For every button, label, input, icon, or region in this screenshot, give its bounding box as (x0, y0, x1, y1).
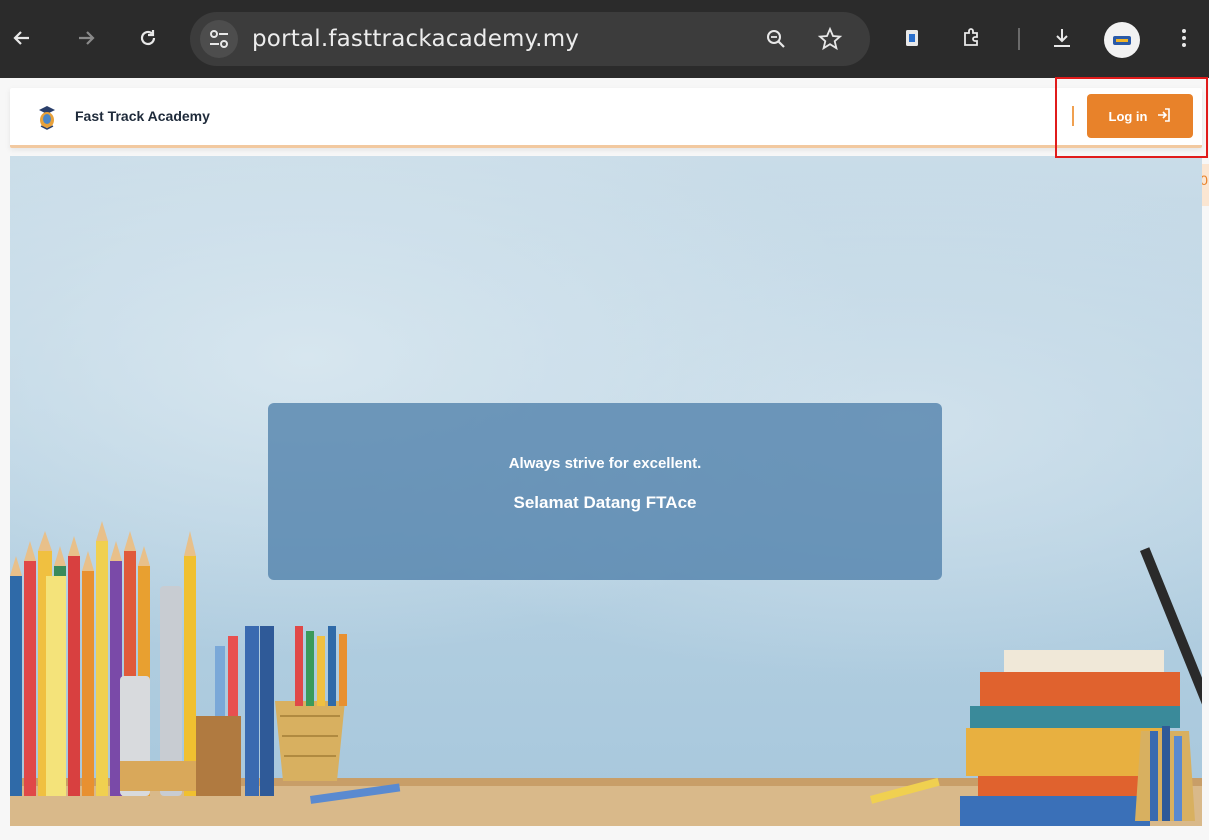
login-arrow-icon (1156, 107, 1172, 126)
browser-toolbar: portal.fasttrackacademy.my (0, 0, 1209, 78)
reload-icon[interactable] (130, 20, 166, 56)
brand-name[interactable]: Fast Track Academy (75, 108, 210, 124)
page: Fast Track Academy Log in +0 (0, 78, 1209, 840)
login-button-label: Log in (1108, 108, 1148, 124)
forward-icon[interactable] (68, 20, 104, 56)
welcome-card: Always strive for excellent. Selamat Dat… (268, 403, 942, 580)
login-button[interactable]: Log in (1087, 94, 1193, 138)
download-icon[interactable] (1044, 20, 1080, 56)
site-info-icon[interactable] (200, 20, 238, 58)
url-text[interactable]: portal.fasttrackacademy.my (252, 26, 579, 52)
profile-avatar-icon[interactable] (1104, 22, 1140, 58)
top-navbar: Fast Track Academy Log in (10, 88, 1202, 148)
menu-kebab-icon[interactable] (1166, 20, 1202, 56)
back-icon[interactable] (4, 20, 40, 56)
hero-banner: Always strive for excellent. Selamat Dat… (10, 156, 1202, 826)
tagline-text: Always strive for excellent. (508, 455, 702, 472)
welcome-heading: Selamat Datang FTAce (513, 493, 697, 512)
academy-logo-icon[interactable] (36, 104, 58, 130)
bookmark-star-icon[interactable] (812, 21, 848, 62)
extensions-puzzle-icon[interactable] (954, 20, 990, 56)
address-bar[interactable]: portal.fasttrackacademy.my (190, 12, 870, 66)
nav-divider (1072, 106, 1074, 126)
toolbar-divider (1018, 28, 1020, 50)
extension-page-icon[interactable] (894, 20, 930, 56)
zoom-icon[interactable] (758, 21, 794, 62)
